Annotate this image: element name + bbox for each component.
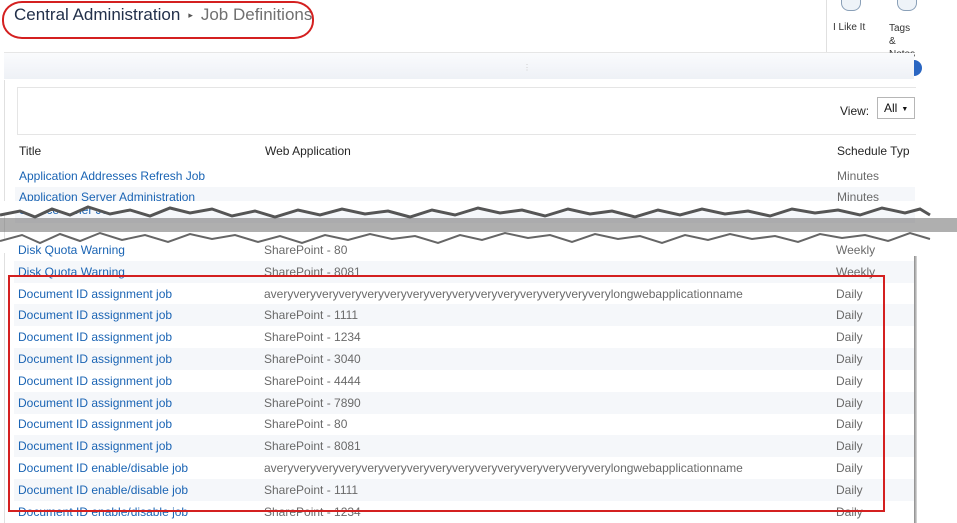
tags-label: Tags &	[889, 23, 911, 47]
schedule-type-cell: Minutes	[837, 169, 880, 183]
view-dropdown[interactable]: All ▼	[877, 97, 915, 119]
job-title-link[interactable]: Disk Quota Warning	[18, 239, 125, 261]
list-toolbar: View: All ▼	[17, 87, 916, 135]
view-label: View:	[840, 104, 870, 118]
scroll-indicator-icon	[914, 60, 922, 76]
column-header-title[interactable]: Title	[19, 144, 41, 158]
breadcrumb-highlight-annotation	[2, 1, 314, 39]
social-actions: I Like It Tags & Notes	[826, 0, 919, 60]
table-row: Disk Quota Warning SharePoint - 80 Weekly	[14, 239, 914, 261]
schedule-type-cell: Weekly	[836, 243, 876, 257]
page-edge-shadow	[914, 256, 917, 523]
view-dropdown-value: All	[884, 101, 898, 115]
document-id-jobs-highlight-annotation	[8, 275, 885, 512]
column-header-schedule-type[interactable]: Schedule Typ	[837, 144, 910, 158]
ribbon-collapse-strip: ⋮	[4, 53, 914, 79]
like-icon[interactable]	[841, 0, 861, 11]
column-header-web-application[interactable]: Web Application	[265, 144, 351, 158]
table-row: Application Addresses Refresh Job Minute…	[15, 165, 915, 187]
splitter-grip-icon[interactable]: ⋮	[523, 63, 531, 72]
i-like-it-button[interactable]: I Like It	[833, 22, 865, 33]
job-title-link[interactable]: Application Addresses Refresh Job	[19, 165, 205, 187]
chevron-down-icon: ▼	[901, 106, 909, 113]
tags-icon[interactable]	[897, 0, 917, 11]
web-application-cell: SharePoint - 80	[264, 243, 348, 257]
